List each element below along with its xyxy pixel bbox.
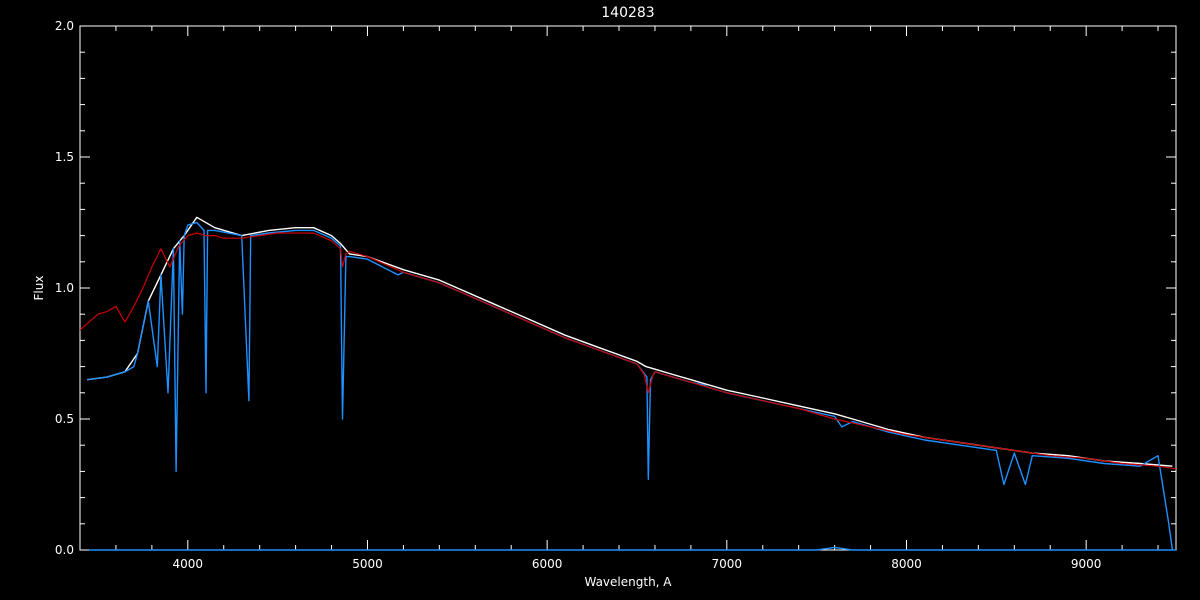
chart-background [0,0,1200,600]
y-tick-label: 1.5 [55,150,74,164]
spectrum-chart: 140283 Wavelength, A Flux 4000 5000 6000 70… [0,0,1200,600]
x-tick-label: 5000 [352,557,383,571]
x-tick-label: 8000 [891,557,922,571]
y-tick-label: 2.0 [55,19,74,33]
y-tick-label: 0.5 [55,412,74,426]
x-tick-label: 7000 [712,557,743,571]
y-tick-label: 1.0 [55,281,74,295]
x-tick-label: 4000 [173,557,204,571]
y-tick-label: 0.0 [55,543,74,557]
x-tick-label: 6000 [532,557,563,571]
x-axis-label: Wavelength, A [584,575,672,589]
chart-title: 140283 [601,5,654,21]
x-tick-label: 9000 [1071,557,1102,571]
y-axis-label: Flux [32,276,46,301]
